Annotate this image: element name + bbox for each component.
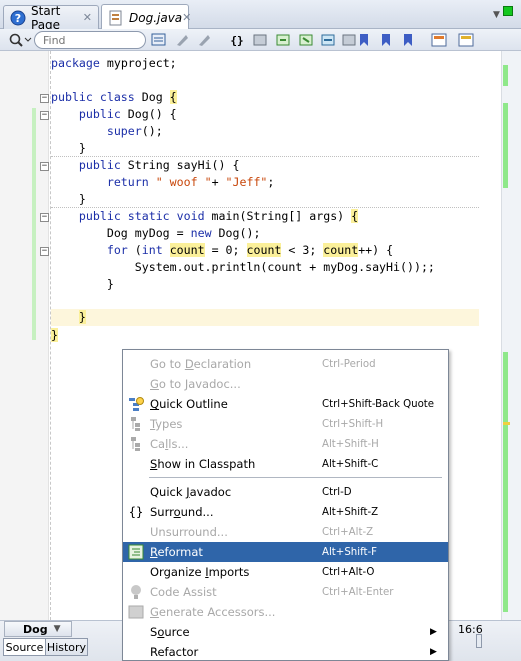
menu-item-types[interactable]: Types Ctrl+Shift-H [123, 414, 448, 434]
previous-bookmark-icon[interactable] [400, 32, 416, 48]
code-line: System.out.println(count + myDog.sayHi()… [51, 260, 435, 274]
menu-separator [149, 477, 442, 478]
code-line: return " woof "+ "Jeff"; [106, 175, 275, 189]
menu-item-reformat[interactable]: Reformat Alt+Shift-F [123, 542, 448, 562]
start-macro-icon[interactable] [431, 32, 447, 48]
occurrence-mark[interactable] [503, 422, 510, 425]
fold-toggle-icon[interactable]: − [40, 111, 49, 120]
editor-toolbar: {} [0, 29, 521, 51]
braces-icon: {} [128, 505, 144, 519]
find-selection-icon[interactable] [151, 32, 167, 48]
search-icon[interactable] [8, 32, 32, 48]
maximize-window-icon[interactable] [503, 6, 513, 16]
fold-toggle-icon[interactable]: − [40, 213, 49, 222]
menu-item-code-assist[interactable]: Code Assist Ctrl+Alt-Enter [123, 582, 448, 602]
close-icon[interactable]: ✕ [83, 11, 92, 24]
history-view-button[interactable]: History [46, 638, 88, 656]
fold-toggle-icon[interactable]: − [40, 162, 49, 171]
menu-item-source[interactable]: Source ▶ [123, 622, 448, 642]
menu-item-go-to-javadoc[interactable]: Go to Javadoc... [123, 374, 448, 394]
uncomment-icon[interactable] [341, 32, 357, 48]
close-icon[interactable]: ✕ [182, 11, 191, 24]
vertical-scrollbar[interactable] [479, 51, 501, 620]
chevron-down-icon: ▼ [53, 624, 61, 634]
code-line: } [51, 192, 86, 206]
shift-right-icon[interactable] [275, 32, 291, 48]
tab-label: Dog.java [129, 10, 183, 25]
code-line: Dog myDog = new Dog(); [106, 226, 261, 240]
quick-outline-icon [127, 395, 145, 413]
menu-item-calls[interactable]: Calls... Alt+Shift-H [123, 434, 448, 454]
change-marker [32, 108, 36, 340]
shift-left-icon[interactable] [252, 32, 268, 48]
code-line: super(); [106, 124, 163, 138]
hierarchy-icon [127, 415, 145, 433]
match-braces-icon[interactable]: {} [229, 32, 245, 48]
code-line: public static void main(String[] args) { [78, 209, 359, 223]
menu-item-organize-imports[interactable]: Organize Imports Ctrl+Alt-O [123, 562, 448, 582]
next-bookmark-icon[interactable] [378, 32, 394, 48]
generate-icon [127, 603, 145, 621]
source-view-button[interactable]: Source [3, 638, 46, 656]
stop-macro-icon[interactable] [458, 32, 474, 48]
context-menu: Go to Declaration Ctrl-Period Go to Java… [122, 349, 449, 661]
menu-item-quick-javadoc[interactable]: Quick Javadoc Ctrl-D [123, 482, 448, 502]
menu-item-quick-outline[interactable]: Quick Outline Ctrl+Shift-Back Quote [123, 394, 448, 414]
change-stripe-mark[interactable] [503, 103, 508, 188]
bookmark-icon[interactable] [356, 32, 372, 48]
tab-label: Start Page [31, 3, 61, 32]
editor-tab-bar: ? Start Page ✕ Dog.java ✕ ▼ [0, 0, 521, 32]
code-line: for (int count = 0; count < 3; count++) … [106, 243, 394, 257]
code-line: public Dog() { [78, 107, 177, 121]
java-file-icon [108, 10, 124, 26]
scrollbar-thumb[interactable] [476, 634, 482, 648]
code-line: public String sayHi() { [78, 158, 240, 172]
menu-item-generate-accessors[interactable]: Generate Accessors... [123, 602, 448, 622]
call-hierarchy-icon [127, 435, 145, 453]
tab-start-page[interactable]: ? Start Page ✕ [3, 3, 99, 32]
fold-toggle-icon[interactable]: − [40, 94, 49, 103]
change-stripe-mark[interactable] [503, 65, 508, 86]
find-previous-icon[interactable] [174, 32, 190, 48]
menu-item-unsurround[interactable]: Unsurround... Ctrl+Alt-Z [123, 522, 448, 542]
code-line: package myproject; [51, 56, 177, 70]
fold-margin [36, 51, 49, 620]
find-next-icon[interactable] [196, 32, 212, 48]
comment-icon[interactable] [320, 32, 336, 48]
code-line: } [51, 328, 58, 342]
change-stripe-mark[interactable] [503, 352, 508, 612]
submenu-arrow-icon: ▶ [430, 627, 437, 637]
reformat-icon [127, 543, 145, 561]
code-line: } [51, 277, 114, 291]
navigator-dropdown[interactable]: Dog ▼ [4, 621, 72, 637]
current-code-line: } [51, 309, 479, 326]
toggle-bookmark-icon[interactable] [298, 32, 314, 48]
menu-item-go-to-declaration[interactable]: Go to Declaration Ctrl-Period [123, 354, 448, 374]
submenu-arrow-icon: ▶ [430, 647, 437, 657]
code-line: public class Dog { [51, 90, 177, 104]
menu-item-show-in-classpath[interactable]: Show in Classpath Alt+Shift-C [123, 454, 448, 474]
tab-list-dropdown-icon[interactable]: ▼ [493, 10, 500, 20]
code-line: } [51, 141, 86, 155]
find-input[interactable] [34, 31, 146, 49]
menu-item-surround[interactable]: {} Surround... Alt+Shift-Z [123, 502, 448, 522]
tab-dog-java[interactable]: Dog.java ✕ [101, 4, 191, 30]
fold-toggle-icon[interactable]: − [40, 247, 49, 256]
menu-item-refactor[interactable]: Refactor ▶ [123, 642, 448, 660]
help-circle-icon: ? [10, 10, 26, 26]
svg-text:?: ? [15, 12, 21, 25]
lightbulb-icon [127, 583, 145, 601]
line-gutter [0, 51, 36, 620]
